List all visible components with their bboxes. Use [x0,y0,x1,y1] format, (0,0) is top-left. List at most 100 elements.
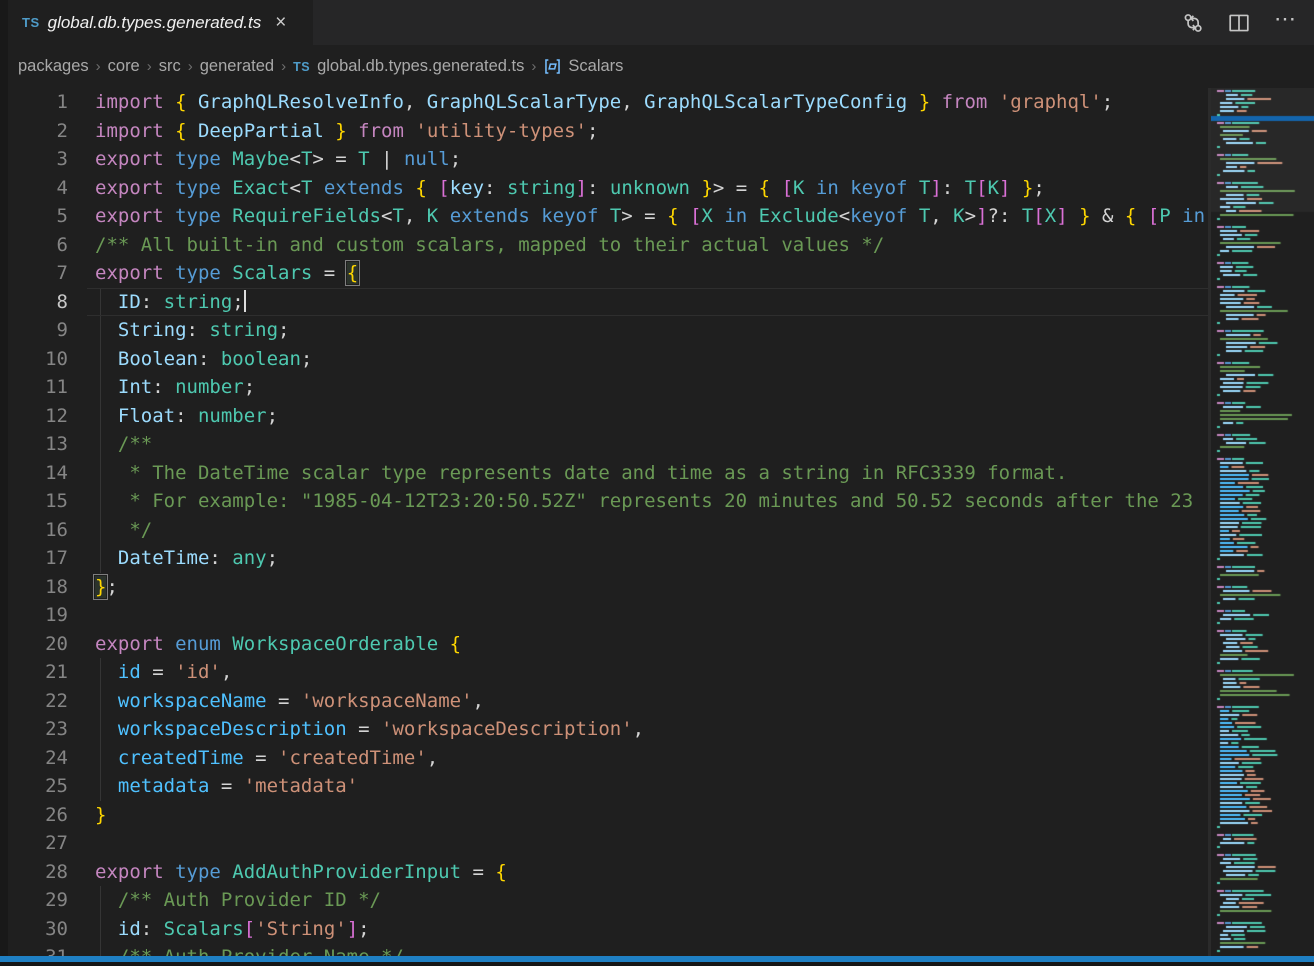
code-token: /** Auth Provider ID */ [95,889,381,911]
code-line[interactable]: 29 /** Auth Provider ID */ [0,886,1208,915]
minimap-canvas[interactable] [1211,88,1314,956]
breadcrumb-item-core[interactable]: core [108,57,140,76]
code-token: Exclude [747,205,839,227]
code-token: ] [999,177,1010,199]
code-text: workspaceDescription = 'workspaceDescrip… [95,715,644,744]
code-line[interactable]: 9 String: string; [0,316,1208,345]
code-token: keyof [530,205,599,227]
line-number: 29 [0,886,68,915]
line-number: 12 [0,402,68,431]
code-token: < [289,177,300,199]
code-token [690,177,701,199]
code-token: = [244,747,278,769]
code-line[interactable]: 25 metadata = 'metadata' [0,772,1208,801]
line-number: 13 [0,430,68,459]
line-number: 18 [0,573,68,602]
code-token: extends [312,177,404,199]
code-line[interactable]: 20export enum WorkspaceOrderable { [0,630,1208,659]
compare-changes-icon[interactable] [1182,12,1204,34]
line-number: 8 [0,288,68,317]
code-token: P [1159,205,1170,227]
breadcrumb-item-symbol[interactable]: Scalars [543,57,623,76]
code-line[interactable]: 8 ID: string; [0,288,1208,317]
code-token: export [95,205,164,227]
text-cursor [244,290,246,312]
code-line[interactable]: 10 Boolean: boolean; [0,345,1208,374]
code-token: , [404,205,427,227]
line-number: 3 [0,145,68,174]
code-line[interactable]: 23 workspaceDescription = 'workspaceDesc… [0,715,1208,744]
code-line[interactable]: 4export type Exact<T extends { [key: str… [0,174,1208,203]
code-line[interactable]: 15 * For example: "1985-04-12T23:20:50.5… [0,487,1208,516]
code-token [679,205,690,227]
code-token: { [1125,205,1136,227]
code-token: * The DateTime scalar type represents da… [95,462,1067,484]
code-token: number [175,376,244,398]
code-token: X [1045,205,1056,227]
line-number: 23 [0,715,68,744]
code-token: K [988,177,999,199]
chevron-right-icon: › [188,58,193,75]
code-lines[interactable]: 1import { GraphQLResolveInfo, GraphQLSca… [0,88,1208,966]
code-line[interactable]: 27 [0,829,1208,858]
breadcrumb-item-generated[interactable]: generated [200,57,274,76]
code-token: DeepPartial [187,120,324,142]
code-token [324,120,335,142]
minimap[interactable] [1211,88,1314,956]
code-text: createdTime = 'createdTime', [95,744,438,773]
code-editor[interactable]: 1import { GraphQLResolveInfo, GraphQLSca… [0,88,1314,966]
code-line[interactable]: 6/** All built-in and custom scalars, ma… [0,231,1208,260]
code-line[interactable]: 11 Int: number; [0,373,1208,402]
code-token: T [907,205,930,227]
code-token: type [164,177,221,199]
code-line[interactable]: 5export type RequireFields<T, K extends … [0,202,1208,231]
breadcrumb: packages›core›src›generated›TSglobal.db.… [0,45,1314,88]
code-line[interactable]: 19 [0,601,1208,630]
breadcrumb-item-src[interactable]: src [159,57,181,76]
code-token: & [1091,205,1125,227]
code-token: AddAuthProviderInput [221,861,461,883]
code-line[interactable]: 17 DateTime: any; [0,544,1208,573]
line-number: 1 [0,88,68,117]
code-token [164,120,175,142]
code-line[interactable]: 3export type Maybe<T> = T | null; [0,145,1208,174]
code-line[interactable]: 18}; [0,573,1208,602]
code-line[interactable]: 30 id: Scalars['String']; [0,915,1208,944]
code-text: id = 'id', [95,658,232,687]
breadcrumb-item-packages[interactable]: packages [18,57,89,76]
code-line[interactable]: 22 workspaceName = 'workspaceName', [0,687,1208,716]
code-line[interactable]: 2import { DeepPartial } from 'utility-ty… [0,117,1208,146]
code-line[interactable]: 1import { GraphQLResolveInfo, GraphQLSca… [0,88,1208,117]
code-text: /** Auth Provider ID */ [95,886,381,915]
code-token: Scalars [164,918,244,940]
line-number: 6 [0,231,68,260]
more-actions-icon[interactable]: ⋯ [1274,14,1298,32]
code-token: [ [690,205,701,227]
tab-global-db-types[interactable]: TS global.db.types.generated.ts × [8,0,313,45]
code-token: K [427,205,438,227]
code-line[interactable]: 14 * The DateTime scalar type represents… [0,459,1208,488]
code-line[interactable]: 26} [0,801,1208,830]
breadcrumb-item-file[interactable]: TSglobal.db.types.generated.ts [293,57,524,76]
chevron-right-icon: › [531,58,536,75]
code-token: type [164,861,221,883]
line-number: 14 [0,459,68,488]
code-line[interactable]: 7export type Scalars = { [0,259,1208,288]
code-token: , [473,690,484,712]
code-token: workspaceDescription [95,718,347,740]
code-text: workspaceName = 'workspaceName', [95,687,484,716]
close-icon[interactable]: × [275,13,286,32]
code-line[interactable]: 21 id = 'id', [0,658,1208,687]
code-token: { [495,861,506,883]
code-token: T [907,177,930,199]
code-text: Int: number; [95,373,255,402]
code-line[interactable]: 16 */ [0,516,1208,545]
code-line[interactable]: 24 createdTime = 'createdTime', [0,744,1208,773]
code-line[interactable]: 13 /** [0,430,1208,459]
code-line[interactable]: 12 Float: number; [0,402,1208,431]
split-editor-icon[interactable] [1228,12,1250,34]
code-token: : [484,177,507,199]
line-number: 27 [0,829,68,858]
code-text: export type Exact<T extends { [key: stri… [95,174,1045,203]
code-line[interactable]: 28export type AddAuthProviderInput = { [0,858,1208,887]
